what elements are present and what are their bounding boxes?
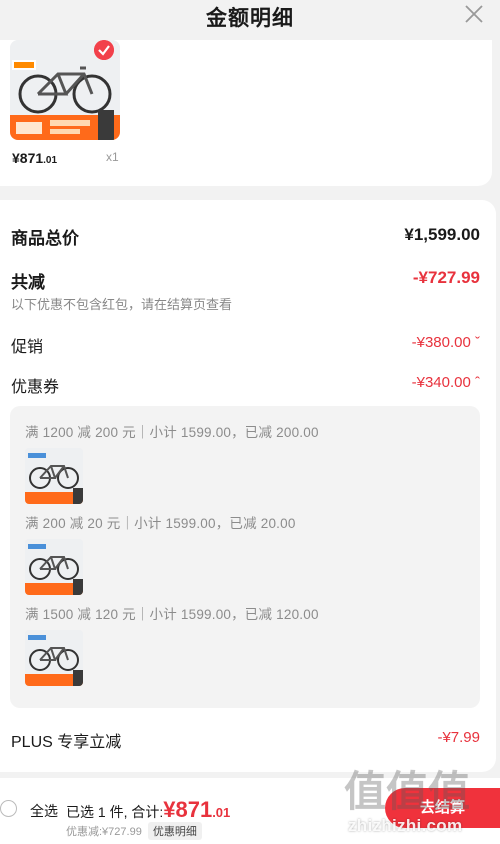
plus-label: PLUS 专享立减 bbox=[11, 734, 122, 751]
selected-count: 已选 1 件, 合计: bbox=[66, 804, 164, 820]
discount-detail-button[interactable]: 优惠明细 bbox=[147, 822, 202, 840]
total-value: ¥1,599.00 bbox=[404, 225, 480, 244]
promo-toggle[interactable]: -¥380.00 ˇ bbox=[412, 334, 480, 351]
promo-label: 促销 bbox=[11, 339, 44, 356]
coupon-rule: 满 1500 减 120 元｜小计 1599.00，已减 120.00 bbox=[25, 607, 319, 622]
bike-thumbnail bbox=[25, 448, 83, 504]
total-label: 商品总价 bbox=[11, 229, 79, 248]
close-icon[interactable] bbox=[462, 2, 486, 26]
coupon-label: 优惠券 bbox=[11, 379, 60, 396]
bike-thumbnail bbox=[25, 630, 83, 686]
select-all-radio[interactable] bbox=[0, 800, 17, 817]
page-title: 金额明细 bbox=[206, 7, 294, 30]
header: 金额明细 bbox=[0, 0, 500, 40]
plus-value: -¥7.99 bbox=[437, 729, 480, 746]
product-quantity: x1 bbox=[106, 150, 119, 164]
checkout-button[interactable]: 去结算 bbox=[385, 788, 500, 828]
checkmark-icon[interactable] bbox=[94, 40, 114, 60]
selected-summary: 已选 1 件, 合计:¥871.01 bbox=[66, 797, 230, 823]
coupon-rule: 满 200 减 20 元｜小计 1599.00，已减 20.00 bbox=[25, 516, 296, 531]
discount-label: 共减 bbox=[11, 273, 45, 292]
product-price: ¥871.01 bbox=[12, 150, 58, 166]
bike-thumbnail bbox=[25, 539, 83, 595]
grand-total: ¥871.01 bbox=[163, 797, 231, 822]
checkout-bar: 全选 已选 1 件, 合计:¥871.01 优惠减:¥727.99 优惠明细 去结… bbox=[0, 778, 500, 844]
coupon-toggle[interactable]: -¥340.00 ˆ bbox=[412, 374, 480, 391]
price-breakdown-card: 商品总价 ¥1,599.00 共减 -¥727.99 以下优惠不包含红包，请在结… bbox=[0, 200, 496, 772]
select-all-label[interactable]: 全选 bbox=[30, 801, 58, 821]
coupon-detail-box: 满 1200 减 200 元｜小计 1599.00，已减 200.00 满 20… bbox=[10, 406, 480, 708]
discount-summary: 优惠减:¥727.99 优惠明细 bbox=[66, 822, 202, 840]
product-card: ¥871.01 x1 bbox=[0, 40, 492, 186]
discount-note: 以下优惠不包含红包，请在结算页查看 bbox=[11, 297, 233, 312]
coupon-rule: 满 1200 减 200 元｜小计 1599.00，已减 200.00 bbox=[25, 425, 319, 440]
discount-value: -¥727.99 bbox=[412, 268, 480, 287]
